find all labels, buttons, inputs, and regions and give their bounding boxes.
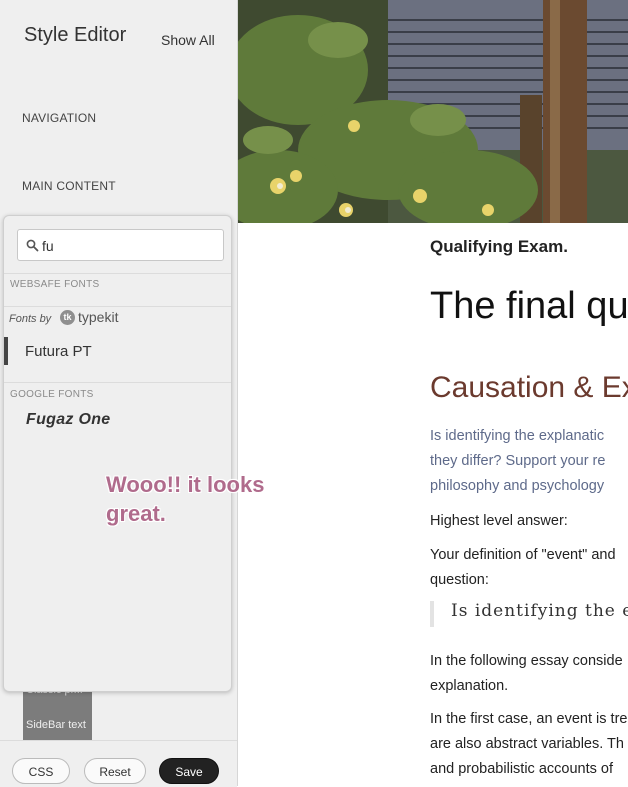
typekit-name: typekit [78, 309, 119, 325]
divider [4, 273, 231, 274]
font-search-input[interactable] [42, 237, 212, 255]
section-navigation[interactable]: NAVIGATION [22, 111, 96, 125]
style-thumbnail[interactable]: Classic pr... SideBar text [23, 684, 92, 740]
page-content: Qualifying Exam. The final que Causation… [238, 223, 628, 786]
save-button[interactable]: Save [159, 758, 219, 784]
blockquote-text: Is identifying the e [451, 601, 628, 621]
paragraph-definition: Your definition of "event" and question: [430, 547, 616, 588]
font-option-label: Futura PT [25, 343, 92, 360]
font-search-box[interactable] [17, 229, 224, 261]
reset-button[interactable]: Reset [84, 758, 146, 784]
search-icon [26, 239, 39, 252]
hero-image [238, 0, 628, 223]
section-main-content[interactable]: MAIN CONTENT [22, 179, 116, 193]
css-button[interactable]: CSS [12, 758, 70, 784]
google-fonts-label: GOOGLE FONTS [10, 389, 94, 400]
fonts-by-label: Fonts by [9, 313, 52, 325]
typekit-logo-icon: tk [60, 310, 75, 325]
divider [4, 382, 231, 383]
bottom-toolbar: CSS Reset Save [0, 740, 237, 787]
font-option-fugaz-one[interactable]: Fugaz One [26, 411, 110, 429]
selected-marker [4, 337, 8, 365]
websafe-fonts-label: WEBSAFE FONTS [10, 279, 100, 290]
page-small-title: Qualifying Exam. [430, 237, 568, 256]
blockquote-bar [430, 601, 434, 627]
page-heading: The final que [430, 285, 628, 327]
paragraph-first-case: In the first case, an event is tre are a… [430, 711, 628, 777]
garden-photo [238, 0, 628, 223]
thumbnail-text: SideBar text [26, 719, 86, 731]
divider [4, 306, 231, 307]
paragraph-essay: In the following essay conside explanati… [430, 653, 623, 694]
font-option-futura-pt[interactable]: Futura PT [4, 337, 231, 367]
paragraph-answer-label: Highest level answer: [430, 513, 568, 529]
page-subheading: Causation & Ex [430, 371, 628, 404]
sidebar-title: Style Editor [24, 24, 127, 46]
paragraph-question: Is identifying the explanatic they diffe… [430, 428, 606, 494]
show-all-link[interactable]: Show All [161, 32, 215, 48]
font-picker-popup: WEBSAFE FONTS Fonts by tk typekit Futura… [3, 215, 232, 692]
